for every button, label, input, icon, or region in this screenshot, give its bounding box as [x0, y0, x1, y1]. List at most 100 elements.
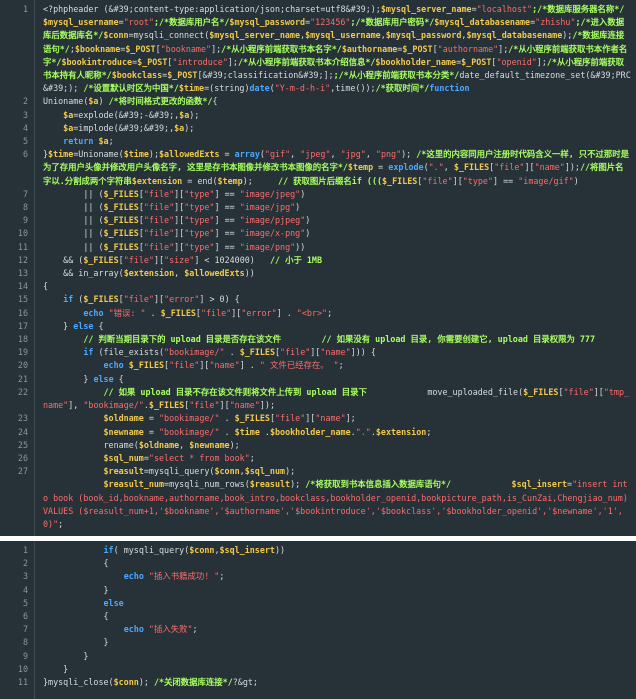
code-line: }	[43, 636, 631, 649]
code-text: );	[189, 109, 200, 120]
variable-token: $reasult	[103, 466, 144, 477]
variable-token: $a	[63, 109, 74, 120]
code-line: }$time=Unioname($time);$allowedExts = ar…	[43, 148, 631, 188]
code-text: ] ==	[214, 188, 240, 199]
code-text: ] .	[239, 360, 260, 371]
string-literal: "error"	[164, 294, 200, 305]
code-line: $newname = "bookimage/" . $time .$bookho…	[43, 426, 631, 439]
variable-token: $reasult_num	[103, 479, 165, 490]
code-text: );	[285, 466, 296, 477]
code-text: {	[93, 320, 104, 331]
code-line: if( mysqli_query($conn,$sql_insert))	[43, 544, 631, 557]
variable-token: $conn	[214, 466, 240, 477]
code-text: );	[229, 439, 240, 450]
code-line: } else {	[43, 320, 631, 333]
variable-token: $_FILES	[453, 162, 490, 173]
keyword-token: date	[249, 83, 270, 94]
code-line: $reasult=mysqli_query($conn,$sql_num);	[43, 465, 631, 478]
code-text: <?phpheader (&#39;content-type:applicati…	[43, 4, 381, 14]
line-number: 18	[17, 334, 28, 344]
string-literal: "name"	[315, 413, 346, 424]
line-number: 27	[17, 466, 28, 476]
variable-token: $mysql_server_name	[380, 4, 472, 14]
code-block-main[interactable]: 1 2 3 4 5 6 7 8 9 10 11 12 13 14 15 16 17 18 19 20 21 22 23 24 2…	[0, 0, 636, 536]
code-text: ][	[310, 347, 321, 358]
code-text: Unioname(	[43, 96, 89, 107]
string-literal: "file"	[280, 347, 311, 358]
string-literal: "name"	[229, 400, 260, 411]
line-number: 2	[22, 96, 28, 106]
code-text: ][	[452, 175, 463, 186]
code-line: || ($_FILES["file"]["type"] == "image/pn…	[43, 241, 631, 254]
keyword-token: if	[103, 545, 114, 555]
code-text: );	[242, 175, 279, 186]
code-text: }	[43, 320, 74, 331]
line-number: 5	[22, 136, 28, 146]
code-line: $a=implode(&#39;&#39;,$a);	[43, 122, 631, 135]
code-text: ;	[338, 360, 344, 371]
code-comment: // 小于 1MB	[269, 254, 322, 265]
string-literal: "<br>"	[296, 307, 328, 318]
variable-token: $sql_insert	[511, 479, 568, 490]
variable-token: $_FILES	[103, 202, 139, 213]
code-comment: /*将时间格式更改的函数*/	[108, 96, 213, 107]
code-text: ,	[330, 149, 341, 160]
code-text: ][	[593, 386, 604, 397]
code-line: Unioname($a) /*将时间格式更改的函数*/{	[43, 95, 631, 108]
code-text: }	[43, 584, 109, 595]
string-literal: "file"	[494, 162, 525, 173]
code-text: ] .	[276, 307, 297, 318]
code-area[interactable]: if( mysqli_query($conn,$sql_insert)) { e…	[43, 544, 631, 689]
string-literal: "bookimage/"	[164, 347, 225, 358]
code-text: =explode(&#39;-&#39;,	[73, 109, 180, 120]
line-number: 13	[17, 268, 28, 278]
line-number-gutter: 1 2 3 4 5 6 7 8 9 10 11 12 13 14 15 16 17 18 19 20 21 22 23 24 2…	[0, 0, 35, 536]
variable-token: $oldname	[103, 413, 144, 424]
code-line: return $a;	[43, 135, 631, 148]
code-text: )	[98, 96, 109, 107]
line-number: 5	[22, 598, 28, 608]
code-line: $oldname = "bookimage/" . $_FILES["file"…	[43, 412, 631, 425]
code-line: echo "插入失败";	[43, 623, 631, 636]
code-text: ] ==	[214, 215, 240, 226]
variable-token: $bookintroduce	[61, 56, 133, 67]
code-line: && ($_FILES["file"]["size"] < 1024000) /…	[43, 254, 631, 267]
code-comment: ;/*从小程序前端获取书本分类*/	[333, 70, 460, 81]
variable-token: $time	[178, 83, 205, 94]
code-text: {	[43, 281, 49, 292]
keyword-token: else	[103, 597, 124, 608]
string-literal: "image/jpg"	[239, 202, 296, 213]
code-text: ,time());	[330, 83, 376, 94]
keyword-token: if	[63, 294, 74, 305]
line-number: 2	[22, 558, 28, 568]
code-text: || (	[43, 215, 104, 226]
code-text: ( mysqli_query(	[113, 545, 190, 555]
string-literal: "."	[428, 162, 444, 173]
code-text: ;	[108, 136, 114, 147]
code-text: =Unioname(	[73, 149, 124, 160]
code-comment: // 获取图片后缀名if (((	[278, 175, 383, 186]
line-number: 6	[22, 611, 28, 621]
code-text: || (	[43, 188, 104, 199]
code-text: }mysqli_close(	[43, 677, 114, 688]
code-text: );	[184, 122, 195, 133]
code-area[interactable]: <?phpheader (&#39;content-type:applicati…	[43, 3, 631, 531]
code-comment: ;/*数据库用户密码*/	[350, 17, 435, 28]
variable-token: $bookholder_name	[269, 426, 351, 437]
code-text: ] ==	[214, 202, 240, 213]
code-block-continuation[interactable]: 1 2 3 4 5 6 7 8 9 10 11 if( mysqli_query($conn,$sq…	[0, 541, 636, 699]
string-literal: "name"	[209, 360, 240, 371]
string-literal: "file"	[143, 188, 175, 199]
code-text: ))	[295, 241, 306, 252]
code-text: ;	[58, 518, 64, 529]
variable-token: $_POST	[125, 43, 156, 54]
code-text: ,	[365, 149, 376, 160]
